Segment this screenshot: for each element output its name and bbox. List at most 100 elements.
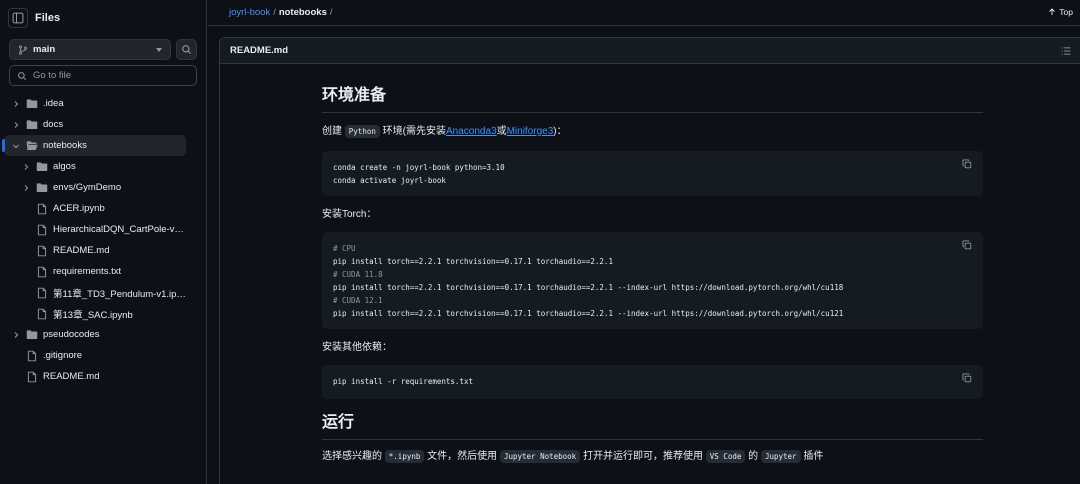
tree-folder-item[interactable]: algos [4, 156, 186, 177]
deps-paragraph: 安装其他依赖： [322, 342, 392, 353]
tree-file-item[interactable]: README.md [4, 240, 186, 261]
tree-item-label: .gitignore [43, 350, 83, 361]
inline-code-vscode: VS Code [705, 450, 746, 463]
tree-item-label: ACER.ipynb [53, 203, 105, 214]
run-text: 的 [745, 451, 761, 462]
file-icon [26, 350, 38, 362]
arrow-up-icon [1049, 8, 1056, 15]
go-to-file-field[interactable] [9, 65, 197, 86]
env-text-mid: 环境(需先安装 [379, 126, 446, 137]
copy-icon [962, 159, 972, 169]
search-icon [18, 71, 27, 80]
tree-file-item[interactable]: 第11章_TD3_Pendulum-v1.ipynb [4, 282, 186, 303]
tree-file-item[interactable]: HierarchicalDQN_CartPole-v1.ipynb [4, 219, 186, 240]
tree-file-item[interactable]: README.md [4, 366, 186, 387]
breadcrumb-trail: / [329, 7, 333, 18]
code-line: pip install torch==2.2.1 torchvision==0.… [333, 257, 613, 266]
chevron-right-icon[interactable] [20, 182, 32, 194]
folder-icon [26, 329, 38, 341]
run-paragraph: 选择感兴趣的 *.ipynb 文件，然后使用 Jupyter Notebook … [322, 450, 983, 464]
chevron-right-icon[interactable] [20, 161, 32, 173]
tree-folder-item[interactable]: envs/GymDemo [4, 177, 186, 198]
env-paragraph: 创建 Python 环境(需先安装Anaconda3或Miniforge3)： [322, 125, 983, 139]
breadcrumb-separator: / [273, 7, 276, 18]
inline-code-jupyter: Jupyter [760, 450, 801, 463]
tree-item-label: notebooks [43, 140, 87, 151]
tree-folder-item[interactable]: docs [4, 114, 186, 135]
tree-file-item[interactable]: requirements.txt [4, 261, 186, 282]
tree-file-item[interactable]: 第13章_SAC.ipynb [4, 303, 186, 324]
code-comment-line: # CPU [333, 244, 356, 253]
tree-item-label: envs/GymDemo [53, 182, 122, 193]
sidebar-toggle-icon [12, 12, 24, 24]
copy-button[interactable] [962, 159, 972, 173]
folder-icon [36, 182, 48, 194]
anaconda-link[interactable]: Anaconda3 [446, 126, 497, 137]
chevron-down-icon[interactable] [10, 140, 22, 152]
chevron-right-icon[interactable] [10, 329, 22, 341]
copy-button[interactable] [962, 240, 972, 254]
code-line: pip install torch==2.2.1 torchvision==0.… [333, 309, 844, 318]
folder-icon [26, 119, 38, 131]
file-icon [36, 308, 48, 320]
env-text-pre: 创建 [322, 126, 345, 137]
code-block-requirements: pip install -r requirements.txt [322, 365, 983, 399]
outline-button[interactable] [1061, 46, 1071, 59]
top-link[interactable]: Top [1048, 7, 1073, 17]
tree-file-item[interactable]: ACER.ipynb [4, 198, 186, 219]
tree-folder-item[interactable]: .idea [4, 93, 186, 114]
run-text: 打开并运行即可，推荐使用 [580, 451, 706, 462]
tree-item-label: docs [43, 119, 64, 130]
sidebar-title: Files [35, 12, 61, 24]
top-link-label: Top [1059, 7, 1073, 17]
tree-folder-item[interactable]: pseudocodes [4, 324, 186, 345]
search-files-button[interactable] [176, 39, 197, 60]
miniforge-link[interactable]: Miniforge3 [507, 126, 554, 137]
file-icon [36, 245, 48, 257]
copy-icon [962, 240, 972, 250]
chevron-right-icon[interactable] [10, 98, 22, 110]
chevron-right-icon[interactable] [10, 119, 22, 131]
copy-icon [962, 373, 972, 383]
folder-open-icon [26, 140, 38, 152]
list-unordered-icon [1061, 47, 1071, 55]
file-icon [36, 287, 48, 299]
branch-selector[interactable]: main [9, 39, 171, 60]
active-indicator [2, 139, 5, 152]
readme-header: README.md [220, 38, 1080, 64]
torch-paragraph: 安装Torch： [322, 209, 377, 220]
file-icon [36, 266, 48, 278]
go-to-file-input[interactable] [33, 70, 183, 81]
chevron-down-icon [156, 47, 162, 52]
tree-file-item[interactable]: .gitignore [4, 345, 186, 366]
breadcrumb-repo-link[interactable]: joyrl-book [229, 7, 270, 18]
run-text: 插件 [800, 451, 824, 462]
breadcrumb-bar: joyrl-book / notebooks / Top [208, 0, 1080, 26]
tree-item-label: .idea [43, 98, 64, 109]
readme-article: 环境准备 创建 Python 环境(需先安装Anaconda3或Miniforg… [322, 86, 983, 464]
copy-button[interactable] [962, 373, 972, 387]
tree-item-label: pseudocodes [43, 329, 100, 340]
search-icon [182, 45, 192, 55]
code-line: conda activate joyrl-book [333, 176, 446, 185]
collapse-sidebar-button[interactable] [8, 8, 28, 28]
run-text: 文件，然后使用 [424, 451, 500, 462]
code-line: pip install -r requirements.txt [333, 377, 473, 386]
heading-env-setup: 环境准备 [322, 86, 983, 113]
folder-icon [26, 98, 38, 110]
code-block-torch: # CPU pip install torch==2.2.1 torchvisio… [322, 232, 983, 329]
code-line: conda create -n joyrl-book python=3.10 [333, 163, 505, 172]
code-comment-line: # CUDA 11.8 [333, 270, 383, 279]
sidebar-header: Files [8, 8, 60, 28]
env-text-post: )： [553, 126, 567, 137]
heading-run: 运行 [322, 413, 983, 440]
tree-item-label: README.md [43, 371, 100, 382]
file-icon [36, 224, 48, 236]
tree-folder-item[interactable]: notebooks [2, 135, 186, 156]
code-block-conda: conda create -n joyrl-book python=3.10 c… [322, 151, 983, 196]
